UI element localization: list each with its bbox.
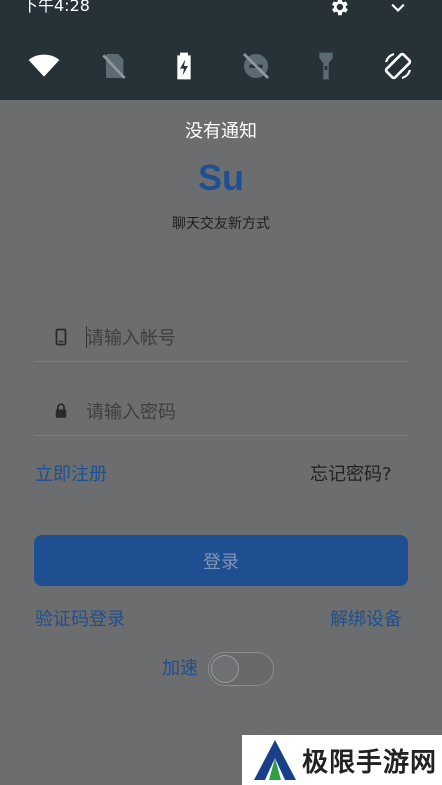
status-time: 下午4:28: [22, 0, 90, 15]
accelerate-toggle[interactable]: [208, 652, 274, 686]
no-notifications-text: 没有通知: [185, 121, 257, 142]
account-field[interactable]: [34, 314, 408, 362]
battery-saver-icon[interactable]: [166, 48, 202, 84]
wifi-icon[interactable]: [26, 48, 62, 84]
register-link[interactable]: 立即注册: [35, 463, 107, 487]
accelerate-label: 加速: [162, 658, 198, 679]
watermark-logo-icon: [254, 740, 296, 780]
flashlight-icon[interactable]: [308, 48, 344, 84]
login-screen: 没有通知 Su 聊天交友新方式 立即注册 忘记密码? 登录 验证码登录 解绑设备…: [0, 100, 442, 785]
phone-icon: [52, 328, 70, 346]
quick-settings-row: [0, 48, 442, 84]
unbind-device-link[interactable]: 解绑设备: [330, 608, 402, 632]
site-watermark: 极限手游网: [242, 735, 442, 785]
toggle-knob[interactable]: [211, 655, 239, 683]
password-field[interactable]: [34, 388, 408, 436]
app-logo: Su: [197, 157, 244, 198]
password-input[interactable]: [86, 398, 386, 426]
app-slogan: 聊天交友新方式: [172, 216, 270, 232]
forgot-password-link[interactable]: 忘记密码?: [310, 463, 392, 487]
no-sim-icon[interactable]: [96, 48, 132, 84]
login-button[interactable]: 登录: [34, 535, 408, 586]
auto-rotate-icon[interactable]: [380, 48, 416, 84]
settings-gear-icon[interactable]: [328, 0, 350, 18]
account-input[interactable]: [86, 324, 386, 352]
chevron-down-icon[interactable]: [388, 0, 408, 18]
watermark-text: 极限手游网: [302, 747, 438, 778]
sms-login-link[interactable]: 验证码登录: [35, 608, 125, 632]
do-not-disturb-off-icon[interactable]: [238, 48, 274, 84]
notification-shade: 下午4:28: [0, 0, 442, 100]
lock-icon: [52, 402, 70, 420]
